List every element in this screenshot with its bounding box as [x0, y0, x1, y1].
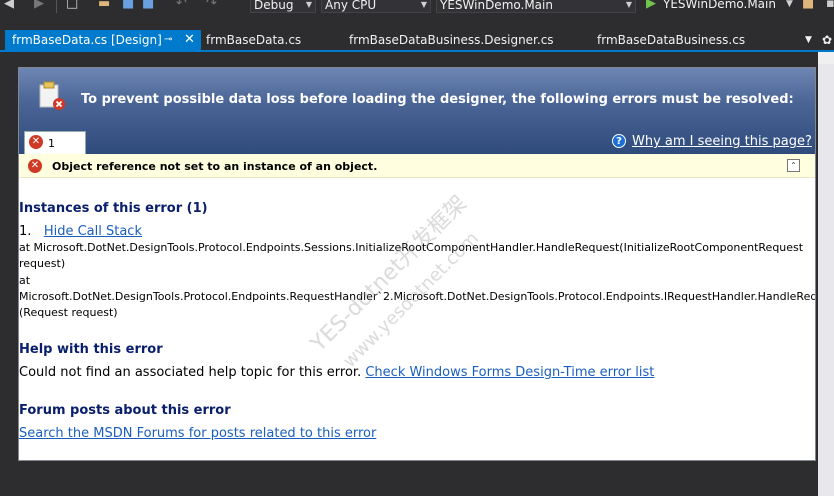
chevron-down-icon: ▼ [420, 0, 427, 9]
vertical-scrollbar[interactable] [818, 64, 834, 496]
active-tab-strip [0, 50, 834, 52]
help-row: Could not find an associated help topic … [19, 365, 654, 380]
pin-icon[interactable]: ⊸ [164, 30, 172, 50]
chevron-down-icon: ▼ [305, 0, 312, 9]
stack-line: request) [19, 257, 66, 270]
tab-label: frmBaseData.cs [206, 33, 302, 47]
why-seeing-page-link[interactable]: Why am I seeing this page? [632, 134, 812, 149]
instance-row: 1. Hide Call Stack [19, 224, 142, 239]
header-message: To prevent possible data loss before loa… [81, 92, 794, 107]
tab-label: frmBaseDataBusiness.cs [597, 33, 746, 47]
close-icon[interactable]: ✕ [184, 30, 195, 50]
solution-platform-dropdown[interactable]: Any CPU ▼ [321, 0, 431, 13]
back-icon[interactable]: ◀ [4, 0, 14, 11]
toolbar-separator [56, 0, 57, 13]
browser-link-icon[interactable]: ■ [802, 0, 814, 11]
start-dropdown-arrow-icon[interactable]: ▼ [786, 0, 793, 11]
start-icon[interactable]: ▶ [646, 0, 656, 11]
help-icon: ? [612, 134, 626, 148]
designer-error-page: To prevent possible data loss before loa… [18, 67, 816, 461]
open-folder-icon[interactable]: ▬ [98, 0, 110, 11]
hide-call-stack-link[interactable]: Hide Call Stack [44, 224, 142, 239]
clipboard-error-icon [39, 81, 65, 110]
design-time-errors-link[interactable]: Check Windows Forms Design-Time error li… [365, 365, 654, 380]
save-icon[interactable]: ■ [122, 0, 134, 11]
new-project-icon[interactable]: □ [66, 0, 78, 11]
startup-project-value: YESWinDemo.Main [440, 0, 553, 12]
redo-icon[interactable]: ↷ [206, 0, 217, 11]
tab-overflow-dropdown-icon[interactable]: ▼ [805, 30, 812, 50]
msdn-forums-link[interactable]: Search the MSDN Forums for posts related… [19, 426, 376, 441]
tab-label: frmBaseData.cs [Design] [12, 33, 162, 47]
undo-icon[interactable]: ↶ [176, 0, 187, 11]
solution-platform-value: Any CPU [325, 0, 377, 12]
instance-number: 1. [19, 224, 32, 239]
start-button-label[interactable]: YESWinDemo.Main [663, 0, 776, 12]
tab-frmbasedata-code[interactable]: frmBaseData.cs [206, 30, 301, 50]
forward-icon[interactable]: ▶ [34, 0, 44, 11]
error-message: Object reference not set to an instance … [52, 160, 378, 173]
error-icon: ✕ [29, 135, 43, 149]
save-all-icon[interactable]: ■ [142, 0, 154, 11]
instances-title: Instances of this error (1) [19, 201, 208, 216]
error-header: To prevent possible data loss before loa… [19, 68, 815, 171]
stack-line: at [19, 274, 31, 287]
document-tab-bar: frmBaseData.cs [Design] ⊸ ✕ frmBaseData.… [0, 30, 834, 50]
tab-frmbasedata-design[interactable]: frmBaseData.cs [Design] ⊸ ✕ [5, 30, 201, 50]
tab-label: frmBaseDataBusiness.Designer.cs [349, 33, 554, 47]
help-text: Could not find an associated help topic … [19, 365, 362, 380]
chevron-down-icon: ▼ [625, 0, 632, 9]
tab-business-code[interactable]: frmBaseDataBusiness.cs [597, 30, 745, 50]
error-count-tab[interactable]: ✕ 1 Error [24, 131, 86, 171]
stack-line: (Request request) [19, 306, 118, 319]
forum-title: Forum posts about this error [19, 403, 231, 418]
overflow-icon[interactable]: ▪ [826, 0, 834, 11]
error-message-bar: ✕ Object reference not set to an instanc… [19, 154, 815, 178]
startup-project-dropdown[interactable]: YESWinDemo.Main ▼ [436, 0, 636, 13]
chevron-up-icon: ⌃ [790, 161, 797, 170]
solution-config-dropdown[interactable]: Debug ▼ [250, 0, 316, 13]
collapse-button[interactable]: ⌃ [787, 159, 800, 172]
error-icon: ✕ [28, 159, 42, 173]
solution-config-value: Debug [254, 0, 294, 12]
toolbar: ◀ ▶ □ ▬ ■ ■ ↶ ↷ Debug ▼ Any CPU ▼ YESWinDe… [0, 0, 834, 14]
tab-business-designer[interactable]: frmBaseDataBusiness.Designer.cs [349, 30, 554, 50]
help-title: Help with this error [19, 342, 163, 357]
settings-icon[interactable]: ✿ [822, 30, 832, 50]
